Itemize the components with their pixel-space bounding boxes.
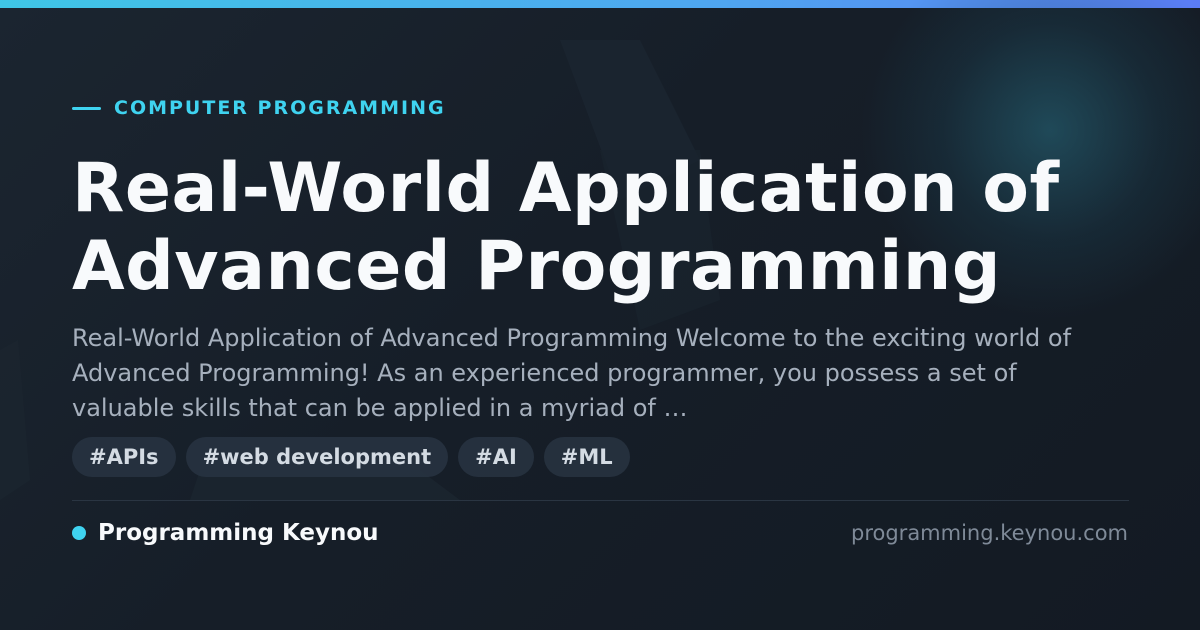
background-shape: [0, 340, 30, 500]
page-title: Real-World Application of Advanced Progr…: [72, 150, 1132, 306]
tag-ai[interactable]: #AI: [458, 437, 534, 477]
tag-ml[interactable]: #ML: [543, 437, 630, 477]
title-line-2: Advanced Programming: [72, 227, 1001, 306]
brand[interactable]: Programming Keynou: [72, 517, 379, 549]
tag-list: #APIs #web development #AI #ML: [72, 437, 630, 477]
dash-icon: [72, 106, 101, 110]
title-line-1: Real-World Application of: [72, 149, 1060, 228]
category-text: COMPUTER PROGRAMMING: [114, 97, 446, 119]
site-domain[interactable]: programming.keynou.com: [851, 517, 1128, 549]
article-description: Real-World Application of Advanced Progr…: [72, 324, 1072, 422]
dot-icon: [72, 526, 86, 540]
divider: [72, 500, 1129, 501]
brand-name: Programming Keynou: [98, 520, 379, 546]
category-label: COMPUTER PROGRAMMING: [72, 94, 446, 122]
og-card: COMPUTER PROGRAMMING Real-World Applicat…: [0, 0, 1200, 630]
tag-web-development[interactable]: #web development: [185, 437, 449, 477]
tag-apis[interactable]: #APIs: [72, 437, 176, 477]
